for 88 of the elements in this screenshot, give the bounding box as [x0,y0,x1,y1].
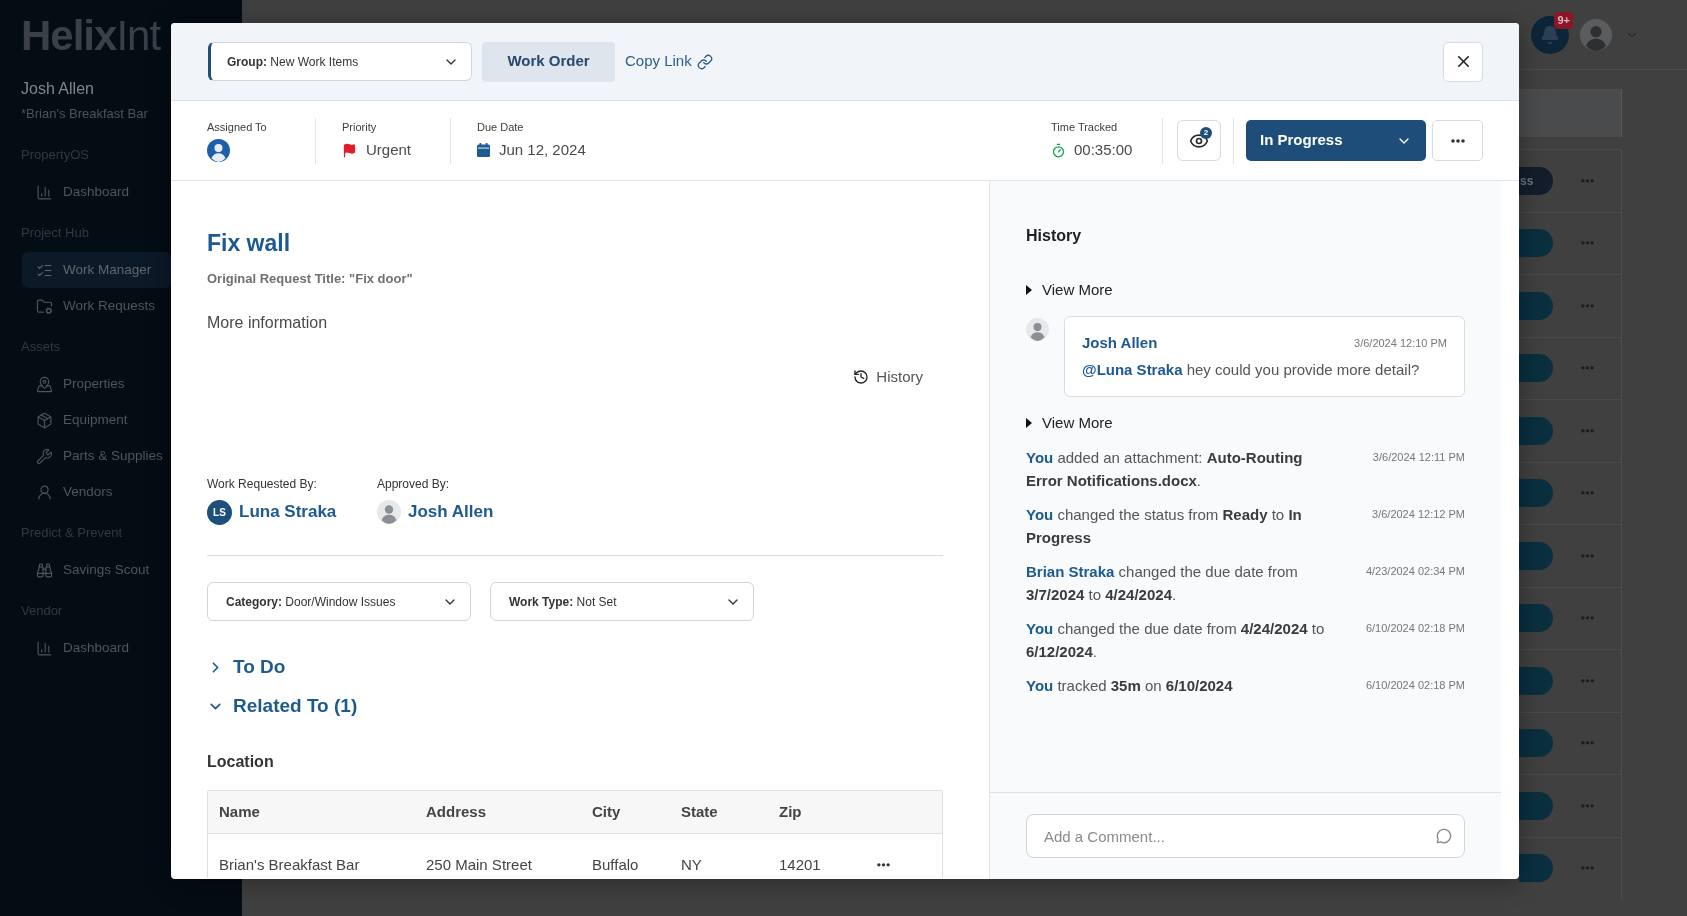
close-button[interactable] [1443,41,1483,82]
field-label: Assigned To [207,119,267,134]
bell-icon [1540,24,1560,45]
avatar-icon [377,500,401,524]
history-icon [853,369,870,385]
folder-gear-icon [36,297,53,315]
field-label: Work Requested By: [207,476,317,492]
table-cell-text: 14201 [779,854,821,875]
column-header: State [681,803,718,820]
column-header: Zip [779,803,802,820]
entry-time: 3/6/2024 12:12 PM [1372,507,1465,522]
section-toggle[interactable]: To Do [207,654,286,680]
history-entry-text: You changed the due date from 4/24/2024 to 6/12/2024. [1026,619,1326,662]
field-value: Urgent [366,139,412,160]
dropdown-select[interactable]: Category: Door/Window Issues [207,582,471,621]
group-select[interactable]: Group: New Work Items [208,42,472,81]
person-icon [36,483,53,501]
column-header: Address [426,803,487,820]
original-request-title: Original Request Title: "Fix door" [207,270,413,288]
entry-time: 3/6/2024 12:11 PM [1372,450,1465,465]
person-link[interactable]: Josh Allen [408,499,494,525]
column-header: City [592,803,621,820]
triangle-right-icon [1026,418,1032,428]
watchers-button[interactable]: 2 [1177,120,1221,161]
table-cell-text: 250 Main Street [426,854,532,875]
entry-time: 6/10/2024 02:18 PM [1365,621,1465,636]
history-entry-text: You tracked 35m on 6/10/2024 [1026,676,1234,696]
mention-link[interactable]: @Luna Straka [1082,361,1183,378]
author-link[interactable]: Josh Allen [1082,331,1158,355]
history-link[interactable]: History [853,366,923,388]
bar-chart-icon [36,639,53,657]
avatar-icon[interactable] [207,138,230,162]
work-order-button[interactable]: Work Order [482,41,615,82]
notification-count-badge: 9+ [1554,11,1573,29]
table-cell-text: Brian's Breakfast Bar [219,854,360,875]
section-toggle[interactable]: Related To (1) [207,693,358,719]
dropdown-select[interactable]: Work Type: Not Set [490,582,754,621]
history-entry-text: You changed the status from Ready to In Progress [1026,505,1303,548]
status-pill: ss [1519,166,1553,195]
field-label: Due Date [477,119,524,134]
calendar-icon [477,143,490,157]
avatar-icon [1026,318,1049,341]
view-more-button[interactable]: View More [1026,412,1113,434]
status-dropdown[interactable]: In Progress [1246,120,1426,161]
more-button[interactable] [1432,120,1483,161]
panel-title: History [1026,226,1082,246]
link-icon [696,53,713,70]
user-link[interactable]: Brian Straka [1026,563,1115,580]
comment-field[interactable]: Add a Comment... [1026,814,1465,858]
entry-time: 6/10/2024 02:18 PM [1365,678,1465,693]
field-label: Time Tracked [1051,119,1118,134]
field-value: 00:35:00 [1074,139,1133,160]
description-text: More information [207,313,328,333]
box-icon [36,411,53,429]
user-name: Josh Allen [21,79,94,99]
entry-time: 4/23/2024 02:34 PM [1365,564,1465,579]
map-pin-icon [36,375,53,393]
person-link[interactable]: Luna Straka [239,499,337,525]
comment-time: 3/6/2024 12:10 PM [1354,335,1447,351]
chat-bubble-icon [1436,828,1452,844]
ellipsis-icon [1450,138,1465,143]
field-value: Jun 12, 2024 [499,139,586,160]
section-heading: Location [207,752,274,772]
initials-avatar: LS [207,499,232,525]
comment-text: @Luna Straka hey could you provide more detail? [1082,360,1421,380]
stopwatch-icon [1051,142,1066,158]
column-header: Name [219,803,260,820]
work-order-title: Fix wall [207,229,291,257]
triangle-right-icon [1026,285,1032,295]
view-more-button[interactable]: View More [1026,279,1113,301]
history-entry-text: Brian Straka changed the due date from 3/7/2024 to 4/24/2024. [1026,562,1299,605]
table-cell-text: NY [681,854,702,875]
binoculars-icon [36,561,53,579]
user-link[interactable]: You [1026,620,1054,637]
user-link[interactable]: You [1026,677,1054,694]
field-label: Approved By: [377,476,450,492]
history-entry-text: You added an attachment: Auto-Routing Error Notifications.docx. [1026,448,1304,491]
ellipsis-icon[interactable] [877,863,890,867]
copy-link[interactable]: Copy Link [625,50,713,73]
wrench-icon [36,447,53,465]
user-link[interactable]: You [1026,449,1054,466]
watcher-count-badge: 2 [1200,127,1212,139]
bar-chart-icon [36,183,53,201]
table-cell-text: Buffalo [592,854,639,875]
organization-name: *Brian's Breakfast Bar [21,105,148,123]
field-label: Priority [342,119,377,134]
flag-icon [342,142,357,158]
user-link[interactable]: You [1026,506,1054,523]
